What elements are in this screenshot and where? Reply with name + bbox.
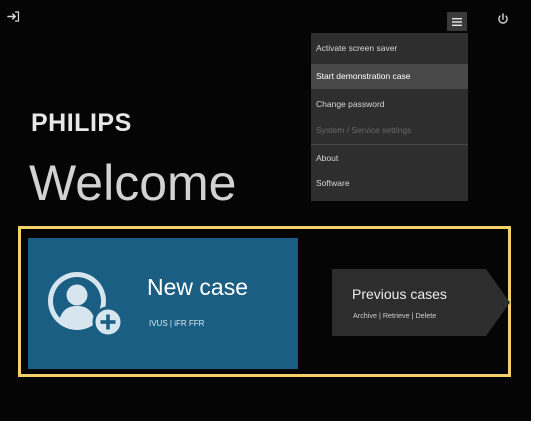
power-button[interactable] — [494, 9, 512, 29]
settings-dropdown-menu: Activate screen saver Start demonstratio… — [311, 33, 468, 201]
new-case-button[interactable]: New case IVUS | iFR FFR — [28, 238, 298, 369]
logout-icon — [6, 10, 19, 22]
screen-edge-bottom — [0, 421, 535, 431]
menu-divider — [311, 144, 468, 145]
menu-item-system-service-settings: System / Service settings — [316, 125, 412, 135]
screen-area: Activate screen saver Start demonstratio… — [0, 0, 531, 421]
menu-item-software[interactable]: Software — [311, 171, 468, 196]
previous-cases-subtitle: Archive | Retrieve | Delete — [353, 311, 437, 320]
logout-button[interactable] — [4, 7, 22, 25]
menu-item-change-password[interactable]: Change password — [311, 92, 468, 117]
app-window: Activate screen saver Start demonstratio… — [0, 0, 535, 431]
menu-item-activate-screen-saver[interactable]: Activate screen saver — [311, 36, 468, 61]
previous-cases-button[interactable]: Previous cases Archive | Retrieve | Dele… — [332, 269, 510, 336]
new-case-title: New case — [147, 274, 248, 300]
menu-item-start-demonstration-case[interactable]: Start demonstration case — [311, 64, 468, 89]
add-user-icon — [48, 272, 124, 338]
new-case-subtitle: IVUS | iFR FFR — [149, 319, 205, 328]
power-icon — [498, 12, 508, 24]
menu-item-about[interactable]: About — [311, 146, 468, 171]
screen-edge-right — [531, 0, 535, 431]
hamburger-menu-icon — [452, 17, 462, 26]
previous-cases-title: Previous cases — [352, 286, 447, 302]
menu-button[interactable] — [447, 12, 467, 31]
philips-logo: PHILIPS — [31, 109, 132, 137]
welcome-heading: Welcome — [29, 155, 237, 211]
